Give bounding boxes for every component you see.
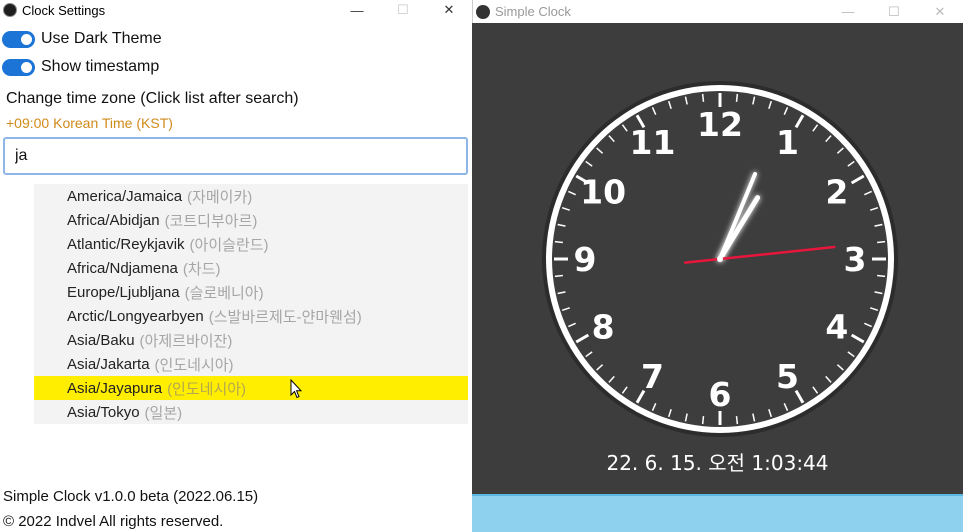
minute-tick [554,274,563,278]
clock-window-title: Simple Clock [495,4,571,19]
clock-numeral: 10 [580,173,626,212]
timezone-country: (코트디부아르) [164,212,258,230]
minimize-button[interactable]: — [825,0,871,23]
timezone-list-item[interactable]: Africa/Abidjan (코트디부아르) [34,208,468,232]
timezone-list-item[interactable]: Africa/Ndjamena (차드) [34,256,468,280]
settings-window-title: Clock Settings [22,2,106,18]
clock-numeral: 6 [709,375,732,414]
toggle-knob [21,61,32,73]
timezone-list-item[interactable]: Arctic/Longyearbyen (스발바르제도-얀마웬섬) [34,304,468,328]
minimize-button[interactable]: — [334,0,380,20]
maximize-button[interactable]: ☐ [380,0,426,20]
copyright-text: © 2022 Indvel All rights reserved. [3,513,224,530]
dark-theme-label: Use Dark Theme [41,30,162,47]
clock-numeral: 4 [825,308,848,347]
minute-tick [701,416,705,425]
timezone-name: Asia/Tokyo [67,403,140,421]
timestamp-toggle[interactable] [2,58,35,76]
timezone-list-item[interactable]: Asia/Jakarta (인도네시아) [34,352,468,376]
timezone-search-input[interactable] [3,137,468,175]
clock-numeral: 9 [574,240,597,279]
timezone-name: Atlantic/Reykjavik [67,235,185,253]
dark-theme-toggle[interactable] [2,30,35,48]
toggle-knob [21,33,32,45]
clock-titlebar[interactable]: Simple Clock — ☐ ✕ [472,0,963,23]
app-clock-icon [3,3,17,17]
timezone-country: (자메이카) [187,188,253,206]
settings-window: Clock Settings — ☐ ✕ Use Dark Theme Show… [0,0,472,532]
timezone-name: Asia/Jakarta [67,355,150,373]
clock-numeral: 8 [592,308,615,347]
minute-tick [735,416,739,425]
timestamp-label: Show timestamp [41,58,160,75]
timezone-country: (슬로베니아) [184,284,264,302]
clock-numeral: 12 [697,105,743,144]
minute-tick [554,240,563,244]
timezone-name: Asia/Jayapura [67,379,163,397]
timezone-list-item[interactable]: Atlantic/Reykjavik (아이슬란드) [34,232,468,256]
minute-tick [701,93,705,102]
timezone-country: (차드) [182,260,221,278]
clock-numeral: 2 [825,173,848,212]
current-timezone: +09:00 Korean Time (KST) [6,115,173,131]
clock-numeral: 3 [844,240,867,279]
timezone-name: Africa/Ndjamena [67,259,178,277]
settings-titlebar[interactable]: Clock Settings — ☐ ✕ [0,0,472,20]
timezone-name: Arctic/Longyearbyen [67,307,204,325]
clock-center-hub [717,256,723,262]
minute-tick [877,240,886,244]
timezone-list-item[interactable]: Asia/Baku (아제르바이잔) [34,328,468,352]
clock-numeral: 7 [641,357,664,396]
minute-tick [735,93,739,102]
clock-numeral: 11 [630,123,676,162]
timezone-country: (인도네시아) [167,380,247,398]
minute-tick [877,274,886,278]
timezone-country: (아이슬란드) [189,236,269,254]
close-button[interactable]: ✕ [917,0,963,23]
analog-clock: 12 12 3 45 6 78 9 1011 [542,81,898,437]
maximize-button[interactable]: ☐ [871,0,917,23]
timezone-country: (아제르바이잔) [139,332,233,350]
timezone-country: (스발바르제도-얀마웬섬) [208,308,362,326]
timezone-list-item[interactable]: Asia/Tokyo (일본) [34,400,468,424]
timezone-name: America/Jamaica [67,187,183,205]
timezone-name: Africa/Abidjan [67,211,160,229]
mouse-cursor-icon [290,379,302,399]
timezone-heading: Change time zone (Click list after searc… [6,90,299,107]
version-text: Simple Clock v1.0.0 beta (2022.06.15) [3,488,259,505]
close-button[interactable]: ✕ [426,0,472,20]
clock-numeral: 5 [776,357,799,396]
timezone-name: Europe/Ljubljana [67,283,180,301]
timezone-list-item[interactable]: Europe/Ljubljana (슬로베니아) [34,280,468,304]
timestamp-setting: Show timestamp [2,58,159,76]
timezone-list: America/Jamaica (자메이카) Africa/Abidjan (코트디부… [34,184,468,424]
dark-theme-setting: Use Dark Theme [2,30,162,48]
clock-bottom-bar [472,494,963,532]
clock-window: Simple Clock — ☐ ✕ 12 1 2 3 4 5 6 7 8 9 10 11 22. 6… [472,0,963,532]
clock-numeral: 1 [776,123,799,162]
clock-timestamp: 22. 6. 15. 오전 1:03:44 [606,451,829,475]
app-clock-icon [476,4,490,19]
timezone-country: (일본) [144,404,183,422]
timezone-country: (인도네시아) [154,356,234,374]
timezone-list-item[interactable]: America/Jamaica (자메이카) [34,184,468,208]
timezone-list-item[interactable]: Asia/Jayapura (인도네시아) [34,376,468,400]
timezone-name: Asia/Baku [67,331,135,349]
